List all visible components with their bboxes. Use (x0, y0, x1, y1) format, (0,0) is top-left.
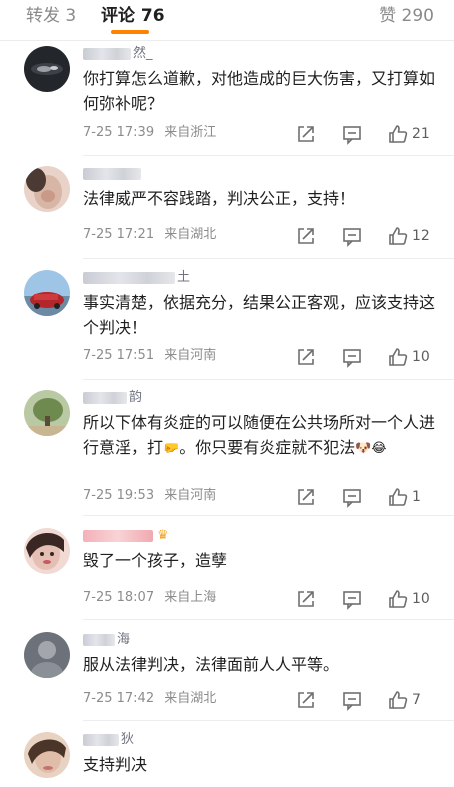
share-icon[interactable] (295, 689, 317, 711)
comment-item: 韵 所以下体有炎症的可以随便在公共场所对一个人进行意淫，打🤛。你只要有炎症就不犯… (0, 390, 454, 520)
divider (83, 379, 454, 380)
comment-time: 7-25 17:42 (83, 691, 155, 706)
username-suffix: 土 (177, 270, 191, 285)
comment-actions: 10 (295, 346, 440, 368)
comment-time: 7-25 18:07 (83, 590, 155, 605)
comment-text: 支持判决 (83, 755, 148, 774)
comment-location: 来自河南 (164, 488, 217, 503)
blurred-name (83, 634, 115, 646)
avatar[interactable] (24, 528, 70, 574)
doge-emoji-icon: 🐶 (355, 441, 372, 456)
blurred-name (83, 272, 175, 284)
blurred-name (83, 48, 131, 60)
tab-likes[interactable]: 赞 290 (379, 4, 434, 28)
avatar[interactable] (24, 732, 70, 778)
divider (83, 258, 454, 259)
divider (83, 155, 454, 156)
comment-item: ♛ 毁了一个孩子，造孽 7-25 18:07 来自上海 10 (0, 528, 454, 628)
comment-location: 来自湖北 (164, 691, 217, 706)
avatar[interactable] (24, 632, 70, 678)
comment-actions: 12 (295, 225, 440, 247)
comment-time: 7-25 17:21 (83, 227, 155, 242)
crown-icon: ♛ (157, 528, 169, 543)
comment-icon[interactable] (341, 588, 363, 610)
comment-text: 所以下体有炎症的可以随便在公共场所对一个人进行意淫，打🤛。你只要有炎症就不犯法🐶… (83, 410, 445, 461)
comment-text: 法律威严不容践踏，判决公正，支持！ (83, 189, 356, 208)
comment-icon[interactable] (341, 123, 363, 145)
comment-icon[interactable] (341, 689, 363, 711)
comment-icon[interactable] (341, 486, 363, 508)
username-suffix: 狄 (121, 732, 135, 747)
comment-tabs: 转发 3 评论 76 赞 290 (0, 0, 454, 41)
laughing-emoji-icon: 😂 (371, 441, 387, 456)
thumbs-up-icon[interactable] (387, 588, 409, 610)
comment-icon[interactable] (341, 346, 363, 368)
comment-location: 来自湖北 (164, 227, 217, 242)
comment-item: 法律威严不容践踏，判决公正，支持！ 7-25 17:21 来自湖北 12 (0, 166, 454, 261)
comment-meta: 7-25 18:07 来自上海 (83, 589, 216, 607)
comment-text: 毁了一个孩子，造孽 (83, 551, 228, 570)
comment-location: 来自上海 (164, 590, 217, 605)
share-icon[interactable] (295, 588, 317, 610)
thumbs-up-icon[interactable] (387, 346, 409, 368)
comment-meta: 7-25 17:42 来自湖北 (83, 690, 216, 708)
comment-item: 然_ 你打算怎么道歉，对他造成的巨大伤害，又打算如何弥补呢？ 7-25 17:3… (0, 46, 454, 156)
tab-comments[interactable]: 评论 76 (101, 4, 165, 28)
comment-meta: 7-25 17:21 来自湖北 (83, 226, 216, 244)
comment-text-part: 。你只要有炎症就不犯法 (179, 438, 356, 457)
like-count: 1 (412, 489, 421, 505)
divider (83, 619, 454, 620)
comment-text: 事实清楚，依据充分，结果公正客观，应该支持这个判决！ (83, 293, 436, 337)
blurred-name (83, 168, 141, 180)
comment-icon[interactable] (341, 225, 363, 247)
username-suffix: 韵 (129, 390, 143, 405)
blurred-name (83, 530, 153, 542)
share-icon[interactable] (295, 123, 317, 145)
like-count: 12 (412, 228, 430, 244)
like-count: 7 (412, 692, 421, 708)
blurred-name (83, 392, 127, 404)
avatar[interactable] (24, 390, 70, 436)
comment-actions: 10 (295, 588, 440, 610)
avatar[interactable] (24, 270, 70, 316)
comment-actions: 1 (295, 486, 440, 508)
comment-item: 海 服从法律判决，法律面前人人平等。 7-25 17:42 来自湖北 7 (0, 632, 454, 722)
comment-location: 来自浙江 (164, 125, 217, 140)
like-count: 10 (412, 591, 430, 607)
thumbs-up-icon[interactable] (387, 486, 409, 508)
comment-item: 土 事实清楚，依据充分，结果公正客观，应该支持这个判决！ 7-25 17:51 … (0, 270, 454, 380)
like-count: 21 (412, 126, 430, 142)
comment-text: 你打算怎么道歉，对他造成的巨大伤害，又打算如何弥补呢？ (83, 69, 436, 113)
share-icon[interactable] (295, 486, 317, 508)
comment-location: 来自河南 (164, 348, 217, 363)
comment-time: 7-25 19:53 (83, 488, 155, 503)
comment-actions: 7 (295, 689, 440, 711)
comment-time: 7-25 17:51 (83, 348, 155, 363)
comment-time: 7-25 17:39 (83, 125, 155, 140)
thumbs-up-icon[interactable] (387, 123, 409, 145)
active-tab-indicator (111, 30, 149, 34)
username-suffix: 海 (117, 632, 131, 647)
comment-meta: 7-25 19:53 来自河南 (83, 487, 216, 505)
thumbs-up-icon[interactable] (387, 225, 409, 247)
like-count: 10 (412, 349, 430, 365)
thumbs-up-icon[interactable] (387, 689, 409, 711)
username-suffix: 然_ (133, 46, 153, 61)
share-icon[interactable] (295, 225, 317, 247)
comment-actions: 21 (295, 123, 440, 145)
divider (83, 720, 454, 721)
tab-reposts[interactable]: 转发 3 (26, 4, 76, 28)
comment-text: 服从法律判决，法律面前人人平等。 (83, 655, 340, 674)
avatar[interactable] (24, 46, 70, 92)
divider (83, 515, 454, 516)
punch-emoji-icon: 🤛 (163, 441, 180, 456)
share-icon[interactable] (295, 346, 317, 368)
comment-item: 狄 支持判决 (0, 732, 454, 787)
blurred-name (83, 734, 119, 746)
avatar[interactable] (24, 166, 70, 212)
comment-meta: 7-25 17:39 来自浙江 (83, 124, 216, 142)
comment-meta: 7-25 17:51 来自河南 (83, 347, 216, 365)
